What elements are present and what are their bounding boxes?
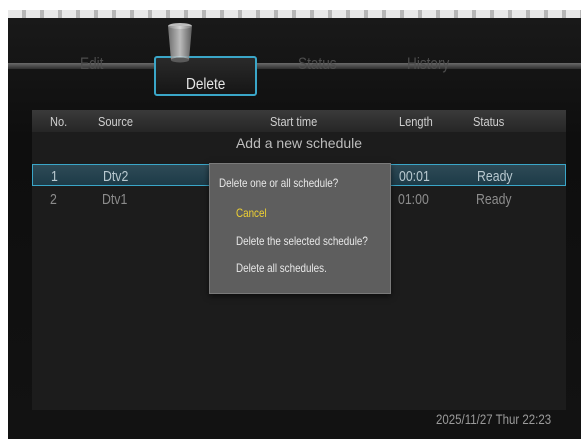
tab-delete-label: Delete [186, 76, 226, 93]
table-header: No. Source Start time Length Status [32, 110, 566, 132]
row-source: Dtv1 [102, 191, 128, 208]
row-source: Dtv2 [103, 168, 129, 185]
header-start-time: Start time [270, 114, 318, 129]
dialog-option-cancel[interactable]: Cancel [236, 206, 267, 220]
tab-status[interactable]: Status [298, 54, 337, 74]
dialog-option-delete-all[interactable]: Delete all schedules. [236, 261, 327, 275]
header-no: No. [50, 114, 68, 129]
pvr-schedule-screen: Edit Delete Status History No. Source St… [8, 10, 581, 439]
trash-icon [168, 23, 192, 63]
row-no: 2 [50, 191, 57, 208]
row-length: 00:01 [399, 168, 430, 185]
tab-edit[interactable]: Edit [80, 54, 103, 74]
add-schedule-row[interactable]: Add a new schedule [32, 132, 566, 154]
header-status: Status [473, 114, 505, 129]
row-length: 01:00 [398, 191, 429, 208]
row-status: Ready [476, 191, 512, 208]
row-no: 1 [51, 168, 58, 185]
top-banner-strip [8, 10, 581, 18]
tab-history[interactable]: History [407, 54, 449, 74]
row-status: Ready [477, 168, 513, 185]
clock-datetime: 2025/11/27 Thur 22:23 [436, 411, 552, 427]
header-length: Length [399, 114, 433, 129]
dialog-title: Delete one or all schedule? [219, 176, 339, 190]
dialog-option-delete-selected[interactable]: Delete the selected schedule? [236, 234, 368, 248]
delete-confirm-dialog: Delete one or all schedule? Cancel Delet… [209, 163, 391, 294]
header-source: Source [98, 114, 134, 129]
